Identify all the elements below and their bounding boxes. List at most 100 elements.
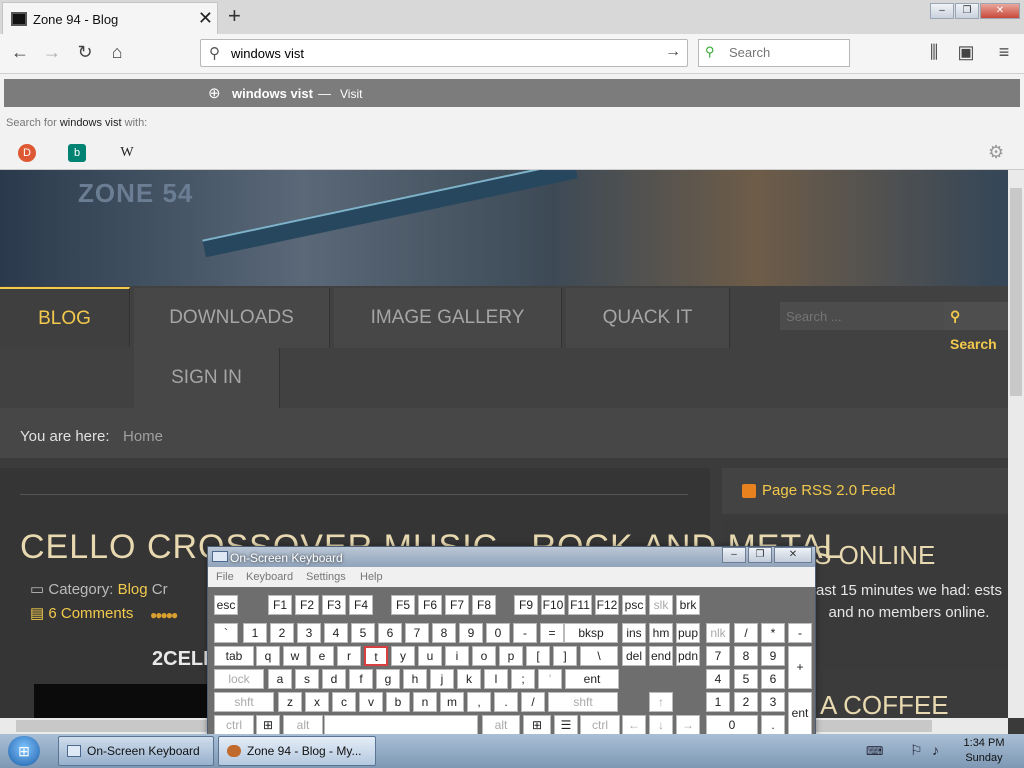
- key-a[interactable]: a: [268, 669, 292, 689]
- osk-menu-help[interactable]: Help: [360, 571, 383, 583]
- key-w[interactable]: w: [283, 646, 307, 666]
- key-2191[interactable]: ↑: [649, 692, 673, 712]
- rss-link[interactable]: Page RSS 2.0 Feed: [762, 482, 895, 499]
- key-o[interactable]: o: [472, 646, 496, 666]
- key-6[interactable]: 6: [761, 669, 785, 689]
- osk-menu-settings[interactable]: Settings: [306, 571, 346, 583]
- back-icon[interactable]: ←: [8, 42, 32, 63]
- forward-icon[interactable]: →: [40, 42, 64, 63]
- comments-link[interactable]: ▤ 6 Comments: [30, 604, 133, 622]
- key-r[interactable]: r: [337, 646, 361, 666]
- menu-item-blog[interactable]: BLOG: [0, 287, 130, 347]
- key-5c[interactable]: \: [580, 646, 618, 666]
- system-clock[interactable]: 1:34 PM Sunday: [954, 736, 1014, 766]
- key-lock[interactable]: lock: [214, 669, 264, 689]
- key-F2[interactable]: F2: [295, 595, 319, 615]
- site-search-button[interactable]: ⚲ Search: [944, 302, 1008, 352]
- site-logo[interactable]: ZONE 54: [78, 178, 193, 209]
- taskbar-item-browser[interactable]: Zone 94 - Blog - My...: [218, 736, 376, 766]
- key-y[interactable]: y: [391, 646, 415, 666]
- key-shft[interactable]: shft: [548, 692, 618, 712]
- key-g[interactable]: g: [376, 669, 400, 689]
- key-9[interactable]: 9: [761, 646, 785, 666]
- key-2193[interactable]: ↓: [649, 715, 673, 735]
- category-link[interactable]: Blog: [118, 581, 148, 598]
- key-F5[interactable]: F5: [391, 595, 415, 615]
- key-2c[interactable]: ,: [467, 692, 491, 712]
- key-F11[interactable]: F11: [568, 595, 592, 615]
- key-2d[interactable]: -: [513, 623, 537, 643]
- key-F9[interactable]: F9: [514, 595, 538, 615]
- key-t[interactable]: t: [364, 646, 388, 666]
- key-F8[interactable]: F8: [472, 595, 496, 615]
- breadcrumb-home-link[interactable]: Home: [123, 428, 163, 445]
- key-p[interactable]: p: [499, 646, 523, 666]
- key-8[interactable]: 8: [432, 623, 456, 643]
- key-tab[interactable]: tab: [214, 646, 254, 666]
- key-3[interactable]: 3: [761, 692, 785, 712]
- key-2b[interactable]: +: [788, 646, 812, 689]
- key-pup[interactable]: pup: [676, 623, 700, 643]
- key-s[interactable]: s: [295, 669, 319, 689]
- key-brk[interactable]: brk: [676, 595, 700, 615]
- key-ctrl[interactable]: ctrl: [580, 715, 620, 735]
- key-3b[interactable]: ;: [511, 669, 535, 689]
- key-0[interactable]: 0: [486, 623, 510, 643]
- menu-item-sign-in[interactable]: SIGN IN: [134, 348, 280, 408]
- key-3[interactable]: 3: [297, 623, 321, 643]
- key-2e[interactable]: .: [494, 692, 518, 712]
- key-2e[interactable]: .: [761, 715, 785, 735]
- key-F3[interactable]: F3: [322, 595, 346, 615]
- key-i[interactable]: i: [445, 646, 469, 666]
- key-F6[interactable]: F6: [418, 595, 442, 615]
- key-h[interactable]: h: [403, 669, 427, 689]
- key-z[interactable]: z: [278, 692, 302, 712]
- site-search-input[interactable]: [780, 302, 944, 330]
- key-pdn[interactable]: pdn: [676, 646, 700, 666]
- menu-icon[interactable]: ≡: [992, 42, 1016, 63]
- key-bksp[interactable]: bksp: [564, 623, 618, 643]
- key-j[interactable]: j: [430, 669, 454, 689]
- key-nlk[interactable]: nlk: [706, 623, 730, 643]
- key-F12[interactable]: F12: [595, 595, 619, 615]
- key-4[interactable]: 4: [706, 669, 730, 689]
- url-input[interactable]: [231, 44, 651, 62]
- bing-icon[interactable]: b: [68, 144, 86, 162]
- volume-icon[interactable]: ♪: [932, 742, 939, 758]
- key-F10[interactable]: F10: [541, 595, 565, 615]
- key-60[interactable]: `: [214, 623, 238, 643]
- key-2[interactable]: 2: [270, 623, 294, 643]
- key-2f[interactable]: /: [521, 692, 545, 712]
- osk-close-button[interactable]: ✕: [774, 547, 812, 563]
- duckduckgo-icon[interactable]: D: [18, 144, 36, 162]
- key-5[interactable]: 5: [734, 669, 758, 689]
- key-2[interactable]: 2: [734, 692, 758, 712]
- key-7[interactable]: 7: [405, 623, 429, 643]
- keyboard-tray-icon[interactable]: ⌨: [866, 744, 883, 758]
- key-ent[interactable]: ent: [788, 692, 812, 735]
- key-6[interactable]: 6: [378, 623, 402, 643]
- osk-minimize-button[interactable]: –: [722, 547, 746, 563]
- key-ctrl[interactable]: ctrl: [214, 715, 254, 735]
- key-u[interactable]: u: [418, 646, 442, 666]
- key-k[interactable]: k: [457, 669, 481, 689]
- key-0[interactable]: 0: [706, 715, 758, 735]
- close-window-button[interactable]: ✕: [980, 3, 1020, 19]
- key-alt[interactable]: alt: [482, 715, 520, 735]
- key-end[interactable]: end: [649, 646, 673, 666]
- key-hm[interactable]: hm: [649, 623, 673, 643]
- key-l[interactable]: l: [484, 669, 508, 689]
- key-2192[interactable]: →: [676, 715, 700, 735]
- key-alt[interactable]: alt: [283, 715, 323, 735]
- browser-tab[interactable]: Zone 94 - Blog ✕: [2, 2, 218, 34]
- key-n[interactable]: n: [413, 692, 437, 712]
- key-psc[interactable]: psc: [622, 595, 646, 615]
- wikipedia-icon[interactable]: W: [118, 144, 136, 162]
- tab-close-icon[interactable]: ✕: [198, 8, 213, 29]
- key-5[interactable]: 5: [351, 623, 375, 643]
- video-thumbnail[interactable]: [34, 684, 224, 718]
- key-m[interactable]: m: [440, 692, 464, 712]
- key-2f[interactable]: /: [734, 623, 758, 643]
- key-2d[interactable]: -: [788, 623, 812, 643]
- search-input[interactable]: [729, 45, 839, 60]
